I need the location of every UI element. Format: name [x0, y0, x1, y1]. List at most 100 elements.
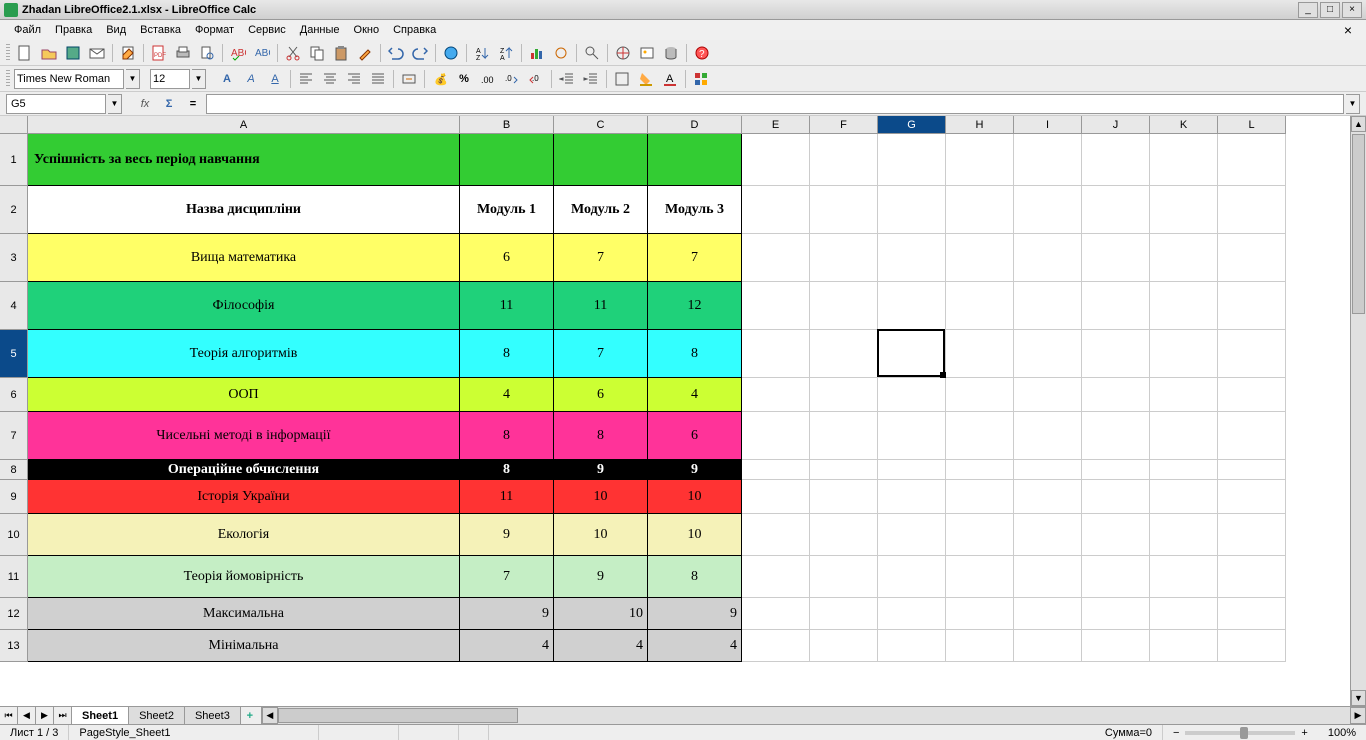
- cell-E13[interactable]: [742, 630, 810, 662]
- cell-E4[interactable]: [742, 282, 810, 330]
- bg-color-button[interactable]: [635, 68, 657, 90]
- borders-button[interactable]: [611, 68, 633, 90]
- zoom-out-button[interactable]: −: [1173, 727, 1179, 739]
- cell-G4[interactable]: [878, 282, 946, 330]
- find-button[interactable]: [581, 42, 603, 64]
- cell-H11[interactable]: [946, 556, 1014, 598]
- cell-E11[interactable]: [742, 556, 810, 598]
- cell-J4[interactable]: [1082, 282, 1150, 330]
- align-center-button[interactable]: [319, 68, 341, 90]
- cell-L2[interactable]: [1218, 186, 1286, 234]
- cell-A1[interactable]: Успішність за весь період навчання: [28, 134, 460, 186]
- cell-K5[interactable]: [1150, 330, 1218, 378]
- cell-E2[interactable]: [742, 186, 810, 234]
- cell-D5[interactable]: 8: [648, 330, 742, 378]
- open-button[interactable]: [38, 42, 60, 64]
- column-header-H[interactable]: H: [946, 116, 1014, 134]
- cell-F11[interactable]: [810, 556, 878, 598]
- cell-C3[interactable]: 7: [554, 234, 648, 282]
- cell-A8[interactable]: Операційне обчислення: [28, 460, 460, 480]
- sum-button[interactable]: Σ: [158, 93, 180, 115]
- row-header-8[interactable]: 8: [0, 460, 28, 480]
- cell-E6[interactable]: [742, 378, 810, 412]
- cell-E7[interactable]: [742, 412, 810, 460]
- cell-K12[interactable]: [1150, 598, 1218, 630]
- cell-J10[interactable]: [1082, 514, 1150, 556]
- cell-C9[interactable]: 10: [554, 480, 648, 514]
- cell-B13[interactable]: 4: [460, 630, 554, 662]
- cell-B9[interactable]: 11: [460, 480, 554, 514]
- sort-desc-button[interactable]: ZA: [495, 42, 517, 64]
- cell-J6[interactable]: [1082, 378, 1150, 412]
- row-header-6[interactable]: 6: [0, 378, 28, 412]
- cell-D12[interactable]: 9: [648, 598, 742, 630]
- cell-L10[interactable]: [1218, 514, 1286, 556]
- cell-K13[interactable]: [1150, 630, 1218, 662]
- cell-E5[interactable]: [742, 330, 810, 378]
- cell-E9[interactable]: [742, 480, 810, 514]
- cell-L11[interactable]: [1218, 556, 1286, 598]
- cell-F4[interactable]: [810, 282, 878, 330]
- cell-K4[interactable]: [1150, 282, 1218, 330]
- undo-button[interactable]: [385, 42, 407, 64]
- cell-I9[interactable]: [1014, 480, 1082, 514]
- minimize-button[interactable]: _: [1298, 2, 1318, 18]
- cell-L9[interactable]: [1218, 480, 1286, 514]
- cell-A3[interactable]: Вища математика: [28, 234, 460, 282]
- cell-A7[interactable]: Чисельні методі в інформації: [28, 412, 460, 460]
- cell-F1[interactable]: [810, 134, 878, 186]
- row-header-12[interactable]: 12: [0, 598, 28, 630]
- cell-F9[interactable]: [810, 480, 878, 514]
- column-header-A[interactable]: A: [28, 116, 460, 134]
- cell-J2[interactable]: [1082, 186, 1150, 234]
- cell-K1[interactable]: [1150, 134, 1218, 186]
- cell-C6[interactable]: 6: [554, 378, 648, 412]
- menu-file[interactable]: Файл: [8, 22, 47, 38]
- zoom-level[interactable]: 100%: [1318, 725, 1366, 740]
- cell-H6[interactable]: [946, 378, 1014, 412]
- new-button[interactable]: [14, 42, 36, 64]
- cell-D7[interactable]: 6: [648, 412, 742, 460]
- doc-close-button[interactable]: ×: [1338, 22, 1358, 38]
- cell-L7[interactable]: [1218, 412, 1286, 460]
- cell-F10[interactable]: [810, 514, 878, 556]
- add-decimal-button[interactable]: .0: [501, 68, 523, 90]
- cell-G2[interactable]: [878, 186, 946, 234]
- align-left-button[interactable]: [295, 68, 317, 90]
- cell-D11[interactable]: 8: [648, 556, 742, 598]
- hscroll-thumb[interactable]: [278, 708, 518, 723]
- cell-D4[interactable]: 12: [648, 282, 742, 330]
- cell-C12[interactable]: 10: [554, 598, 648, 630]
- row-header-9[interactable]: 9: [0, 480, 28, 514]
- cell-C8[interactable]: 9: [554, 460, 648, 480]
- cell-A10[interactable]: Екологія: [28, 514, 460, 556]
- cell-K6[interactable]: [1150, 378, 1218, 412]
- cell-H1[interactable]: [946, 134, 1014, 186]
- datasources-button[interactable]: [660, 42, 682, 64]
- sort-asc-button[interactable]: AZ: [471, 42, 493, 64]
- cell-E1[interactable]: [742, 134, 810, 186]
- cell-C13[interactable]: 4: [554, 630, 648, 662]
- cell-J12[interactable]: [1082, 598, 1150, 630]
- cell-L3[interactable]: [1218, 234, 1286, 282]
- row-header-5[interactable]: 5: [0, 330, 28, 378]
- conditional-format-button[interactable]: [690, 68, 712, 90]
- navigator-button[interactable]: [612, 42, 634, 64]
- align-right-button[interactable]: [343, 68, 365, 90]
- redo-button[interactable]: [409, 42, 431, 64]
- cell-K10[interactable]: [1150, 514, 1218, 556]
- cell-B3[interactable]: 6: [460, 234, 554, 282]
- menu-insert[interactable]: Вставка: [134, 22, 187, 38]
- cell-A5[interactable]: Теорія алгоритмів: [28, 330, 460, 378]
- cell-B4[interactable]: 11: [460, 282, 554, 330]
- cell-A2[interactable]: Назва дисципліни: [28, 186, 460, 234]
- number-format-button[interactable]: .00: [477, 68, 499, 90]
- cell-J13[interactable]: [1082, 630, 1150, 662]
- cell-F7[interactable]: [810, 412, 878, 460]
- cell-G9[interactable]: [878, 480, 946, 514]
- cell-B7[interactable]: 8: [460, 412, 554, 460]
- underline-button[interactable]: A: [264, 68, 286, 90]
- cell-A13[interactable]: Мінімальна: [28, 630, 460, 662]
- cell-H4[interactable]: [946, 282, 1014, 330]
- cell-E8[interactable]: [742, 460, 810, 480]
